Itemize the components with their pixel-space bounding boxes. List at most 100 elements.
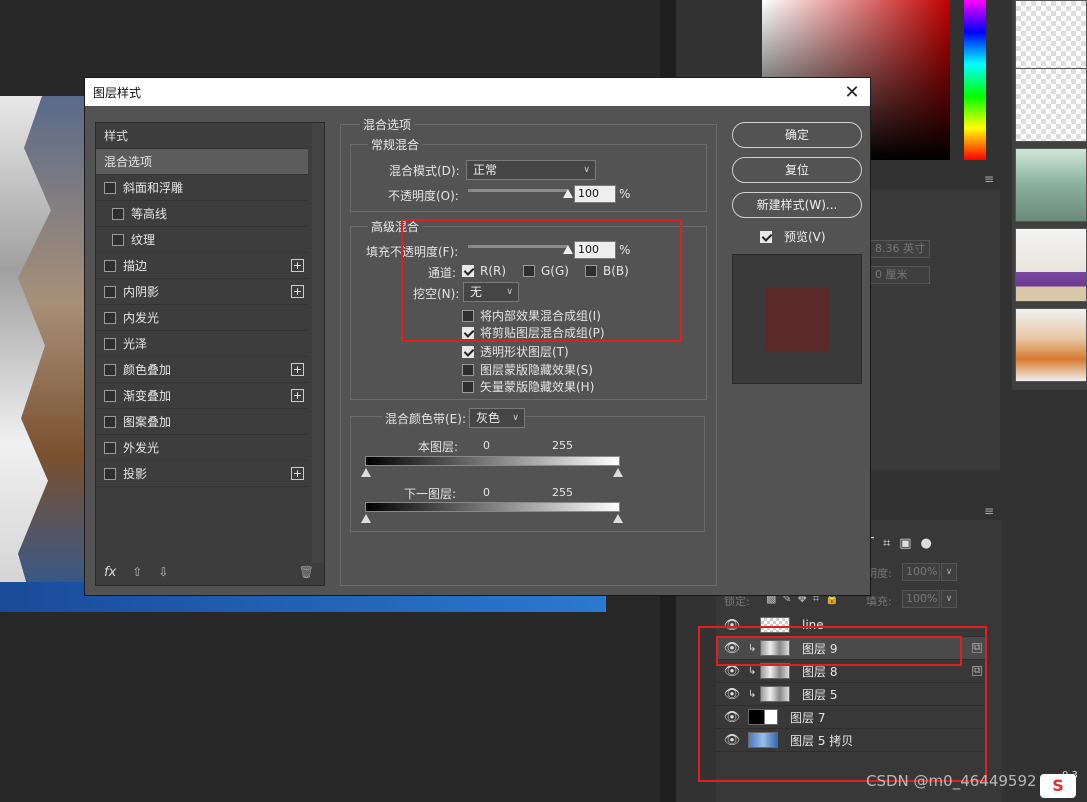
layer-filter-tools[interactable]: T⌗▣●: [866, 536, 941, 551]
style-checkbox[interactable]: [104, 259, 116, 272]
panel-menu-icon[interactable]: ≡: [984, 172, 994, 186]
layer-opacity-field[interactable]: 100%: [902, 563, 940, 581]
layer-opacity-dropdown[interactable]: ∨: [941, 563, 957, 581]
move-down-icon[interactable]: ⇩: [158, 565, 168, 579]
library-thumb[interactable]: [1015, 0, 1087, 74]
eye-icon[interactable]: 👁: [716, 618, 748, 633]
checkbox[interactable]: [462, 345, 474, 358]
layer-row[interactable]: 👁 line: [716, 614, 986, 637]
preview-checkbox[interactable]: [760, 230, 772, 243]
layer-fill-field[interactable]: 100%: [902, 590, 940, 608]
library-thumb[interactable]: [1015, 228, 1087, 302]
opacity-slider-thumb[interactable]: [563, 189, 573, 198]
dialog-titlebar[interactable]: 图层样式 ✕: [85, 78, 870, 106]
style-checkbox[interactable]: [104, 181, 116, 194]
styles-header[interactable]: 样式: [96, 123, 308, 149]
trash-icon[interactable]: 🗑: [299, 565, 314, 579]
add-style-icon[interactable]: +: [291, 389, 304, 402]
checkbox[interactable]: [462, 380, 474, 393]
ime-badge[interactable]: S: [1040, 774, 1076, 798]
layer-row[interactable]: 👁 图层 7: [716, 706, 986, 729]
layer-row[interactable]: 👁 ↳ 图层 9 ⧉: [716, 637, 986, 660]
layer-row[interactable]: 👁 图层 5 拷贝: [716, 729, 986, 752]
style-item-bevel-emboss[interactable]: 斜面和浮雕: [96, 175, 308, 201]
eye-icon[interactable]: 👁: [716, 710, 748, 725]
style-checkbox[interactable]: [112, 233, 124, 246]
blend-clipped-layers-checkbox[interactable]: 将剪贴图层混合成组(P): [462, 324, 605, 341]
style-item-stroke[interactable]: 描边 +: [96, 253, 308, 279]
style-item-satin[interactable]: 光泽: [96, 331, 308, 357]
style-checkbox[interactable]: [104, 467, 116, 480]
style-item-color-overlay[interactable]: 颜色叠加 +: [96, 357, 308, 383]
checkbox[interactable]: [462, 326, 474, 339]
blend-interior-effects-checkbox[interactable]: 将内部效果混合成组(I): [462, 307, 601, 324]
new-style-button[interactable]: 新建样式(W)...: [732, 192, 862, 218]
style-item-contour[interactable]: 等高线: [96, 201, 308, 227]
checkbox[interactable]: [585, 265, 597, 277]
reset-button[interactable]: 复位: [732, 157, 862, 183]
checkbox[interactable]: [462, 265, 474, 277]
layer-fill-dropdown[interactable]: ∨: [941, 590, 957, 608]
style-item-pattern-overlay[interactable]: 图案叠加: [96, 409, 308, 435]
style-checkbox[interactable]: [112, 207, 124, 220]
prop-offset-field[interactable]: 0 厘米: [870, 266, 930, 284]
channel-r-checkbox[interactable]: R(R): [462, 264, 506, 278]
fill-opacity-slider-thumb[interactable]: [563, 245, 573, 254]
library-thumb[interactable]: [1015, 148, 1087, 222]
channel-b-checkbox[interactable]: B(B): [585, 264, 629, 278]
eye-icon[interactable]: 👁: [716, 733, 748, 748]
eye-icon[interactable]: 👁: [716, 664, 748, 679]
opacity-field[interactable]: 100: [574, 185, 616, 203]
style-checkbox[interactable]: [104, 337, 116, 350]
style-item-outer-glow[interactable]: 外发光: [96, 435, 308, 461]
knockout-dropdown[interactable]: 无 ∨: [463, 282, 519, 302]
fill-opacity-field[interactable]: 100: [574, 241, 616, 259]
styles-scrollbar[interactable]: [312, 123, 324, 563]
this-layer-black-thumb[interactable]: [361, 468, 371, 477]
add-style-icon[interactable]: +: [291, 467, 304, 480]
fx-icon[interactable]: fx: [104, 565, 116, 580]
style-checkbox[interactable]: [104, 441, 116, 454]
checkbox[interactable]: [462, 363, 474, 376]
style-item-blending-options[interactable]: 混合选项: [96, 149, 308, 175]
blend-if-dropdown[interactable]: 灰色 ∨: [469, 408, 525, 428]
style-item-inner-glow[interactable]: 内发光: [96, 305, 308, 331]
add-style-icon[interactable]: +: [291, 363, 304, 376]
style-checkbox[interactable]: [104, 311, 116, 324]
style-checkbox[interactable]: [104, 363, 116, 376]
checkbox[interactable]: [462, 309, 474, 322]
add-style-icon[interactable]: +: [291, 259, 304, 272]
preview-checkbox-row[interactable]: 预览(V): [760, 228, 826, 245]
blend-mode-dropdown[interactable]: 正常 ∨: [466, 160, 596, 180]
style-checkbox[interactable]: [104, 389, 116, 402]
move-up-icon[interactable]: ⇧: [132, 565, 142, 579]
this-layer-white-thumb[interactable]: [613, 468, 623, 477]
transparency-shapes-checkbox[interactable]: 透明形状图层(T): [462, 343, 569, 360]
library-thumb[interactable]: [1015, 68, 1087, 142]
style-item-texture[interactable]: 纹理: [96, 227, 308, 253]
style-checkbox[interactable]: [104, 285, 116, 298]
layer-row[interactable]: 👁 ↳ 图层 8 ⧉: [716, 660, 986, 683]
prop-width-field[interactable]: 8.36 英寸: [870, 240, 930, 258]
style-item-drop-shadow[interactable]: 投影 +: [96, 461, 308, 487]
opacity-slider[interactable]: [468, 189, 568, 192]
layer-mask-hides-checkbox[interactable]: 图层蒙版隐藏效果(S): [462, 361, 593, 378]
style-checkbox[interactable]: [104, 415, 116, 428]
style-item-gradient-overlay[interactable]: 渐变叠加 +: [96, 383, 308, 409]
underlying-layer-black-thumb[interactable]: [361, 514, 371, 523]
hue-slider[interactable]: [964, 0, 986, 160]
layer-row[interactable]: 👁 ↳ 图层 5: [716, 683, 986, 706]
underlying-layer-white-thumb[interactable]: [613, 514, 623, 523]
channel-g-checkbox[interactable]: G(G): [523, 264, 569, 278]
library-thumb[interactable]: [1015, 308, 1087, 382]
style-item-inner-shadow[interactable]: 内阴影 +: [96, 279, 308, 305]
fill-opacity-slider[interactable]: [468, 245, 568, 248]
add-style-icon[interactable]: +: [291, 285, 304, 298]
ok-button[interactable]: 确定: [732, 122, 862, 148]
panel-menu-icon[interactable]: ≡: [984, 504, 994, 518]
eye-icon[interactable]: 👁: [716, 641, 748, 656]
close-icon[interactable]: ✕: [842, 82, 862, 103]
eye-icon[interactable]: 👁: [716, 687, 748, 702]
vector-mask-hides-checkbox[interactable]: 矢量蒙版隐藏效果(H): [462, 378, 594, 395]
checkbox[interactable]: [523, 265, 535, 277]
